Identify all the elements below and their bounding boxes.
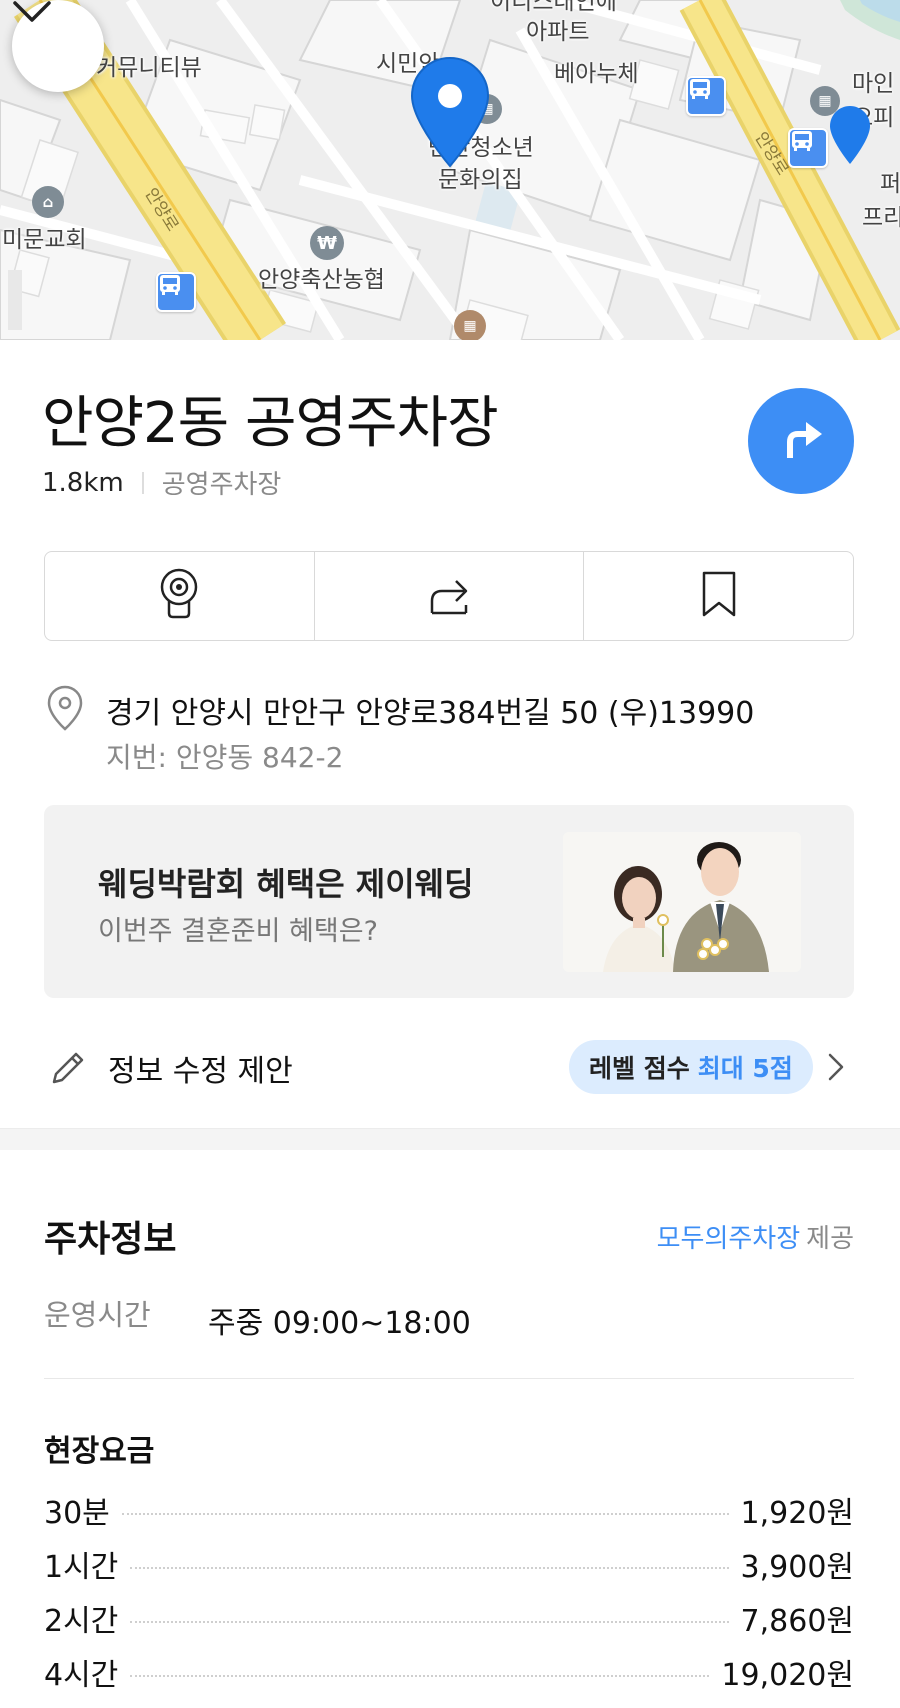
fee-price: 7,860원 <box>740 1604 854 1639</box>
map-label-right-1: 퍼 <box>880 171 900 197</box>
onsite-fee-title: 현장요금 <box>44 1434 155 1469</box>
fee-price: 1,920원 <box>740 1496 854 1531</box>
fee-list: 30분 1,920원 1시간 3,900원 2시간 7,860원 4시간 19,… <box>44 1488 854 1704</box>
map-label-main-1: 마인 <box>852 71 895 97</box>
street-view-icon <box>157 567 201 625</box>
collapse-button[interactable] <box>12 0 104 92</box>
suggest-edit-label: 정보 수정 제안 <box>108 1054 293 1089</box>
road-address[interactable]: 경기 안양시 만안구 안양로384번길 50 (우)13990 <box>106 688 754 732</box>
fee-duration: 30분 <box>44 1496 110 1531</box>
data-provider: 모두의주차장 제공 <box>657 1218 854 1255</box>
operating-hours-label: 운영시간 <box>44 1298 151 1332</box>
section-divider <box>0 1128 900 1150</box>
provider-suffix: 제공 <box>806 1224 854 1254</box>
map-label-community-view: 커뮤니티뷰 <box>96 55 202 81</box>
bus-stop-icon[interactable] <box>788 128 828 168</box>
map-label-livestock-coop[interactable]: 안양축산농협 <box>258 266 385 295</box>
save-button[interactable] <box>583 552 853 640</box>
parking-info-title: 주차정보 <box>44 1219 177 1260</box>
directions-button[interactable] <box>748 388 854 494</box>
provider-link[interactable]: 모두의주차장 <box>657 1224 801 1254</box>
badge-prefix: 레벨 점수 <box>589 1054 690 1083</box>
lot-address: 지번: 안양동 842-2 <box>106 741 344 774</box>
divider <box>44 1378 854 1379</box>
share-button[interactable] <box>313 552 584 640</box>
place-title: 안양2동 공영주차장 <box>42 391 499 456</box>
church-icon[interactable]: ⌂ <box>32 186 64 218</box>
dot-leader <box>130 1675 710 1677</box>
place-distance: 1.8km <box>42 467 124 498</box>
dot-leader <box>130 1621 729 1623</box>
fee-row: 1시간 3,900원 <box>44 1542 854 1596</box>
location-pin-icon <box>46 684 84 736</box>
map-label-belanuche: 베아누체 <box>554 61 639 87</box>
map-label-apartment: 아파트 <box>526 19 590 45</box>
fee-duration: 2시간 <box>44 1604 119 1639</box>
fee-price: 3,900원 <box>740 1550 854 1585</box>
meta-divider <box>141 471 144 494</box>
map-label-mimun-church[interactable]: 미문교회 <box>2 226 87 255</box>
pencil-icon <box>48 1048 88 1092</box>
action-bar <box>44 551 854 641</box>
bus-stop-icon[interactable] <box>686 76 726 116</box>
place-meta: 1.8km 공영주차장 <box>42 464 281 501</box>
bookmark-icon <box>700 570 738 622</box>
ad-title: 웨딩박람회 혜택은 제이웨딩 <box>98 865 474 903</box>
map-label-right-2: 프리 <box>862 205 900 231</box>
ad-image <box>563 832 801 972</box>
ad-subtitle: 이번주 결혼준비 혜택은? <box>98 916 378 947</box>
fee-row: 30분 1,920원 <box>44 1488 854 1542</box>
chevron-right-icon <box>826 1052 846 1086</box>
bank-icon[interactable]: ₩ <box>310 226 344 260</box>
map-label-apartment-top: 이디스대인에 <box>490 0 617 15</box>
dot-leader <box>121 1513 729 1515</box>
fee-row: 4시간 19,020원 <box>44 1650 854 1704</box>
route-arrow-icon <box>776 414 826 468</box>
fee-duration: 1시간 <box>44 1550 119 1585</box>
street-view-button[interactable] <box>45 552 314 640</box>
place-category: 공영주차장 <box>161 470 282 500</box>
fee-duration: 4시간 <box>44 1658 119 1693</box>
level-score-badge: 레벨 점수 최대 5점 <box>569 1040 813 1094</box>
map-view[interactable]: 이디스대인에 아파트 커뮤니티뷰 시민안 베아누체 ▦ 만안청소년 문화의집 ⌂… <box>0 0 900 340</box>
dot-leader <box>130 1567 729 1569</box>
fee-price: 19,020원 <box>721 1658 854 1693</box>
ad-banner[interactable]: 웨딩박람회 혜택은 제이웨딩 이번주 결혼준비 혜택은? <box>44 805 854 998</box>
library-icon[interactable]: ▦ <box>454 310 486 340</box>
suggest-edit-row[interactable]: 정보 수정 제안 레벨 점수 최대 5점 <box>44 1040 854 1096</box>
badge-value: 최대 5점 <box>697 1054 793 1083</box>
fee-row: 2시간 7,860원 <box>44 1596 854 1650</box>
share-icon <box>426 571 472 621</box>
bus-stop-icon[interactable] <box>156 272 196 312</box>
map-label-youth-center-2[interactable]: 문화의집 <box>438 166 523 195</box>
operating-hours-value: 주중 09:00~18:00 <box>208 1306 471 1341</box>
